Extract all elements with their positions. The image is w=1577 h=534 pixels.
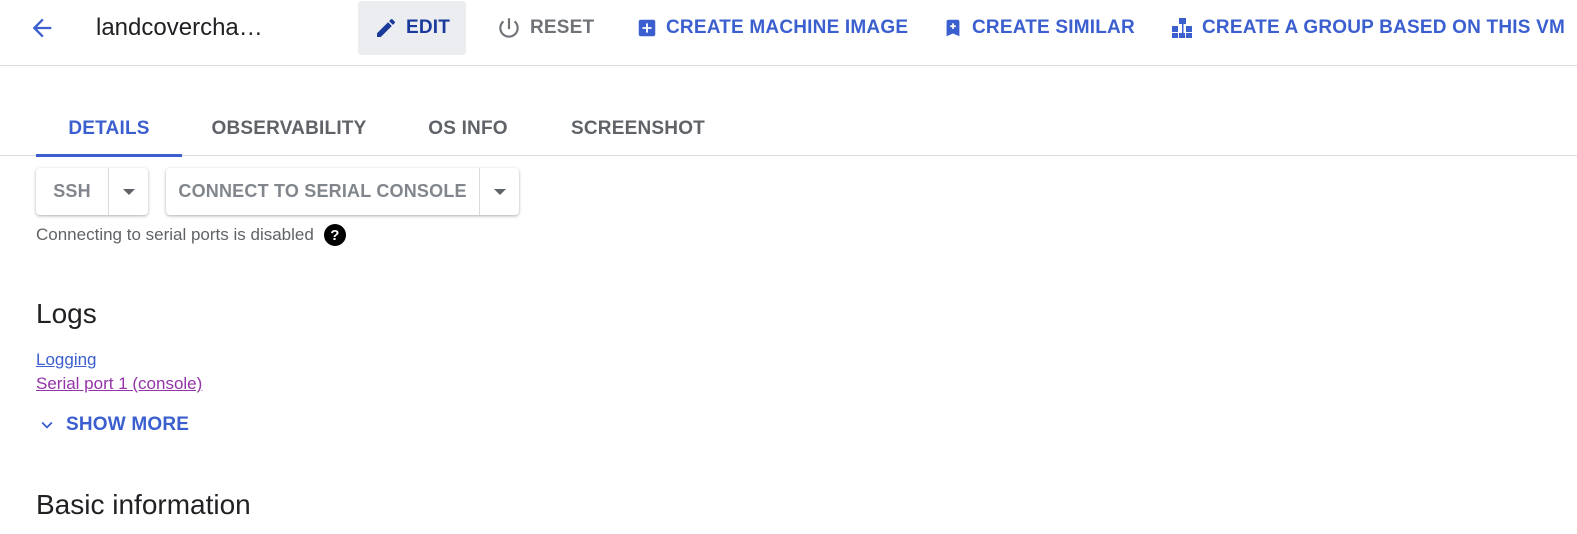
tab-observability[interactable]: OBSERVABILITY (196, 102, 382, 156)
chevron-down-icon (41, 421, 53, 429)
serial-console-split-button: CONNECT TO SERIAL CONSOLE (166, 168, 519, 215)
serial-port-link[interactable]: Serial port 1 (console) (36, 374, 202, 394)
back-button[interactable] (24, 10, 60, 46)
logs-heading: Logs (36, 298, 97, 329)
show-more-label: SHOW MORE (66, 414, 190, 435)
edit-label: EDIT (405, 17, 451, 38)
basic-information-heading: Basic information (36, 489, 251, 520)
ssh-split-button: SSH (36, 168, 148, 215)
reset-button[interactable]: RESET (496, 0, 594, 56)
ssh-button[interactable]: SSH (36, 168, 108, 215)
create-group-label: CREATE A GROUP BASED ON THIS VM (1202, 17, 1566, 38)
pencil-icon (376, 18, 395, 37)
connect-serial-console-button[interactable]: CONNECT TO SERIAL CONSOLE (166, 168, 479, 215)
logging-link[interactable]: Logging (36, 350, 97, 370)
tab-details[interactable]: DETAILS (36, 102, 182, 157)
power-icon (499, 18, 519, 38)
create-similar-button[interactable]: CREATE SIMILAR (942, 0, 1135, 56)
group-nodes-icon (1172, 18, 1192, 38)
add-bookmark-icon (946, 19, 960, 37)
tab-screenshot[interactable]: SCREENSHOT (556, 102, 720, 156)
arrow-back-icon (32, 18, 52, 38)
create-similar-label: CREATE SIMILAR (972, 17, 1135, 38)
add-box-icon (638, 19, 656, 37)
tab-os-info[interactable]: OS INFO (410, 102, 526, 156)
create-group-button[interactable]: CREATE A GROUP BASED ON THIS VM (1170, 0, 1565, 56)
serial-disabled-note: Connecting to serial ports is disabled ? (36, 224, 346, 246)
vm-name-title: landcovercha… (96, 14, 263, 41)
create-machine-image-button[interactable]: CREATE MACHINE IMAGE (636, 0, 908, 56)
create-machine-image-label: CREATE MACHINE IMAGE (666, 17, 909, 38)
caret-down-icon (122, 188, 135, 195)
serial-disabled-text: Connecting to serial ports is disabled (36, 225, 314, 244)
action-bar: landcovercha… EDIT RESET CREATE MACHINE … (0, 0, 1577, 66)
reset-label: RESET (530, 17, 595, 38)
edit-button[interactable]: EDIT (358, 1, 466, 55)
caret-down-icon (493, 188, 506, 195)
tab-bar: DETAILS OBSERVABILITY OS INFO SCREENSHOT (0, 102, 1577, 157)
show-more-button[interactable]: SHOW MORE (36, 414, 189, 436)
help-circle-icon[interactable]: ? (323, 224, 346, 246)
ssh-dropdown-button[interactable] (108, 168, 148, 215)
serial-console-dropdown-button[interactable] (479, 168, 519, 215)
